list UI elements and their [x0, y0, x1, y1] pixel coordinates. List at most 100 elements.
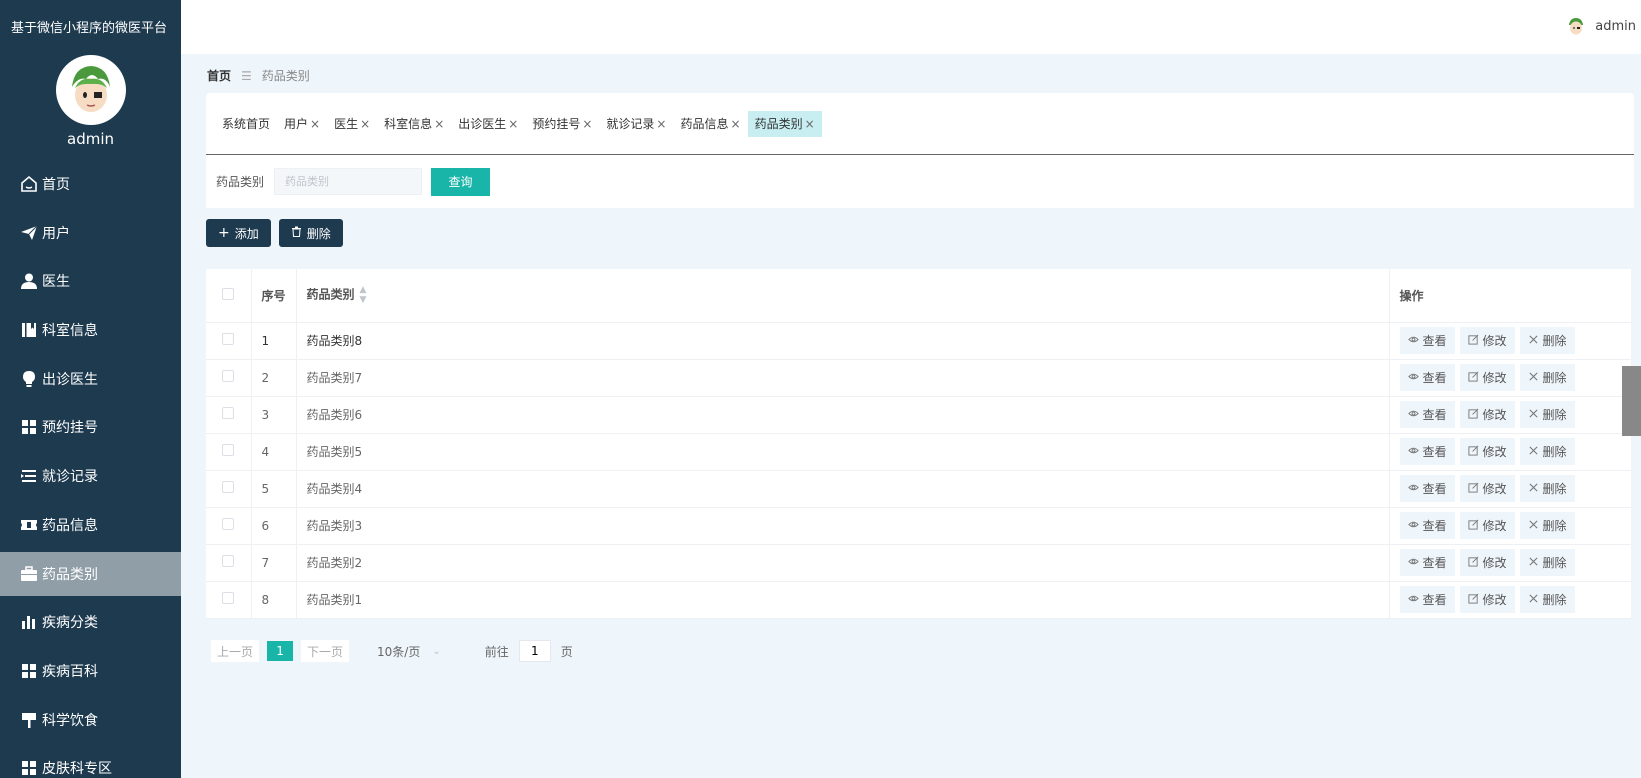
search-input[interactable] — [274, 168, 423, 195]
sidebar-item-drug-category[interactable]: 药品类别 — [0, 551, 181, 596]
prev-page-button[interactable]: 上一页 — [211, 640, 260, 662]
sort-icon[interactable]: ▲ ▼ — [360, 285, 367, 305]
sidebar-item-visit-records[interactable]: 就诊记录 — [0, 454, 181, 498]
close-icon[interactable]: × — [508, 117, 518, 131]
row-checkbox[interactable] — [222, 555, 235, 567]
header-name[interactable]: 药品类别 ▲ ▼ — [296, 269, 1390, 323]
add-button[interactable]: + 添加 — [206, 219, 271, 247]
scrollbar[interactable] — [1622, 366, 1641, 436]
edit-label: 修改 — [1482, 556, 1507, 570]
avatar[interactable] — [55, 55, 126, 125]
close-icon[interactable]: × — [731, 117, 741, 131]
table-row[interactable]: 3 药品类别6 查看 修改 删除 — [206, 396, 1631, 434]
chevron-down-icon: ⌄ — [432, 645, 441, 657]
goto-label: 前往 — [484, 644, 509, 659]
view-button[interactable]: 查看 — [1399, 586, 1455, 613]
sidebar-item-user[interactable]: 用户 — [0, 211, 181, 255]
sidebar-item-disease-category[interactable]: 疾病分类 — [0, 600, 181, 644]
table-row[interactable]: 2 药品类别7 查看 修改 删除 — [206, 359, 1631, 397]
row-delete-button[interactable]: 删除 — [1519, 549, 1575, 576]
edit-button[interactable]: 修改 — [1459, 364, 1515, 391]
select-all-checkbox[interactable] — [222, 287, 235, 300]
close-icon[interactable]: × — [656, 117, 666, 131]
sidebar-item-home[interactable]: 首页 — [0, 162, 181, 206]
page-size-select[interactable]: 10条/页 ⌄ — [377, 643, 441, 660]
sidebar-item-visiting-doctor[interactable]: 出诊医生 — [0, 357, 181, 401]
query-button[interactable]: 查询 — [431, 167, 491, 196]
breadcrumb-home[interactable]: 首页 — [207, 67, 231, 84]
close-icon[interactable]: × — [360, 117, 370, 131]
tab-visiting-doctor[interactable]: 出诊医生 × — [451, 111, 525, 137]
view-button[interactable]: 查看 — [1399, 475, 1455, 502]
next-page-button[interactable]: 下一页 — [301, 640, 350, 662]
view-button[interactable]: 查看 — [1399, 401, 1455, 428]
close-icon[interactable]: × — [582, 117, 592, 131]
view-button[interactable]: 查看 — [1399, 549, 1455, 576]
edit-button[interactable]: 修改 — [1459, 327, 1515, 354]
table-row[interactable]: 5 药品类别4 查看 修改 删除 — [206, 470, 1631, 508]
view-button[interactable]: 查看 — [1399, 512, 1455, 539]
sidebar-item-label: 药品类别 — [42, 566, 98, 583]
row-checkbox[interactable] — [222, 370, 235, 382]
tab-visit-records[interactable]: 就诊记录 × — [599, 111, 673, 137]
table-row[interactable]: 6 药品类别3 查看 修改 删除 — [206, 507, 1631, 545]
sidebar-item-appointment[interactable]: 预约挂号 — [0, 405, 181, 449]
tab-system-home[interactable]: 系统首页 — [215, 111, 277, 137]
row-checkbox[interactable] — [222, 333, 235, 345]
sidebar-item-disease-wiki[interactable]: 疾病百科 — [0, 649, 181, 693]
tab-drug-info[interactable]: 药品信息 × — [673, 111, 747, 137]
edit-button[interactable]: 修改 — [1459, 401, 1515, 428]
tab-label: 预约挂号 — [532, 117, 581, 131]
edit-label: 修改 — [1482, 445, 1507, 459]
edit-button[interactable]: 修改 — [1459, 586, 1515, 613]
edit-label: 修改 — [1482, 408, 1507, 422]
edit-button[interactable]: 修改 — [1459, 475, 1515, 502]
sidebar-item-drug-info[interactable]: 药品信息 — [0, 503, 181, 547]
table-row[interactable]: 7 药品类别2 查看 修改 删除 — [206, 544, 1631, 582]
page-number[interactable]: 1 — [267, 641, 294, 661]
tab-user[interactable]: 用户 × — [277, 111, 327, 137]
view-button[interactable]: 查看 — [1399, 364, 1455, 391]
tab-department[interactable]: 科室信息 × — [377, 111, 451, 137]
row-checkbox[interactable] — [222, 407, 235, 419]
row-delete-button[interactable]: 删除 — [1519, 586, 1575, 613]
close-icon[interactable]: × — [805, 117, 815, 131]
row-delete-button[interactable]: 删除 — [1519, 401, 1575, 428]
goto-input[interactable] — [518, 640, 551, 662]
delete-button[interactable]: 删除 — [278, 219, 343, 247]
eye-icon — [1407, 556, 1419, 570]
sidebar-item-doctor[interactable]: 医生 — [0, 259, 181, 303]
tab-drug-category[interactable]: 药品类别 × — [747, 110, 822, 137]
row-delete-button[interactable]: 删除 — [1519, 364, 1575, 391]
table-row[interactable]: 1 药品类别8 查看 修改 删除 — [206, 322, 1631, 360]
sidebar-item-dermatology[interactable]: 皮肤科专区 — [0, 746, 181, 778]
row-delete-button[interactable]: 删除 — [1519, 512, 1575, 539]
tab-doctor[interactable]: 医生 × — [327, 111, 377, 137]
page-goto: 前往 页 — [485, 640, 573, 662]
user-menu[interactable]: admin — [1565, 15, 1636, 37]
row-checkbox[interactable] — [222, 518, 235, 530]
close-icon[interactable]: × — [434, 117, 444, 131]
edit-button[interactable]: 修改 — [1459, 549, 1515, 576]
table-row[interactable]: 4 药品类别5 查看 修改 删除 — [206, 433, 1631, 471]
sidebar-item-diet[interactable]: 科学饮食 — [0, 698, 181, 742]
sidebar-item-label: 就诊记录 — [42, 469, 98, 486]
row-delete-button[interactable]: 删除 — [1519, 438, 1575, 465]
row-checkbox[interactable] — [222, 592, 235, 604]
view-button[interactable]: 查看 — [1399, 327, 1455, 354]
close-icon[interactable]: × — [310, 117, 320, 131]
delete-label: 删除 — [1542, 371, 1567, 385]
row-ops: 查看 修改 删除 — [1389, 581, 1631, 619]
row-delete-button[interactable]: 删除 — [1519, 475, 1575, 502]
tab-appointment[interactable]: 预约挂号 × — [525, 111, 599, 137]
row-checkbox[interactable] — [222, 444, 235, 456]
edit-button[interactable]: 修改 — [1459, 438, 1515, 465]
edit-button[interactable]: 修改 — [1459, 512, 1515, 539]
row-delete-button[interactable]: 删除 — [1519, 327, 1575, 354]
view-button[interactable]: 查看 — [1399, 438, 1455, 465]
eye-icon — [1407, 334, 1419, 348]
sidebar-item-department[interactable]: 科室信息 — [0, 308, 181, 352]
row-checkbox[interactable] — [222, 481, 235, 493]
table-row[interactable]: 8 药品类别1 查看 修改 删除 — [206, 581, 1631, 619]
delete-label: 删除 — [1542, 408, 1567, 422]
